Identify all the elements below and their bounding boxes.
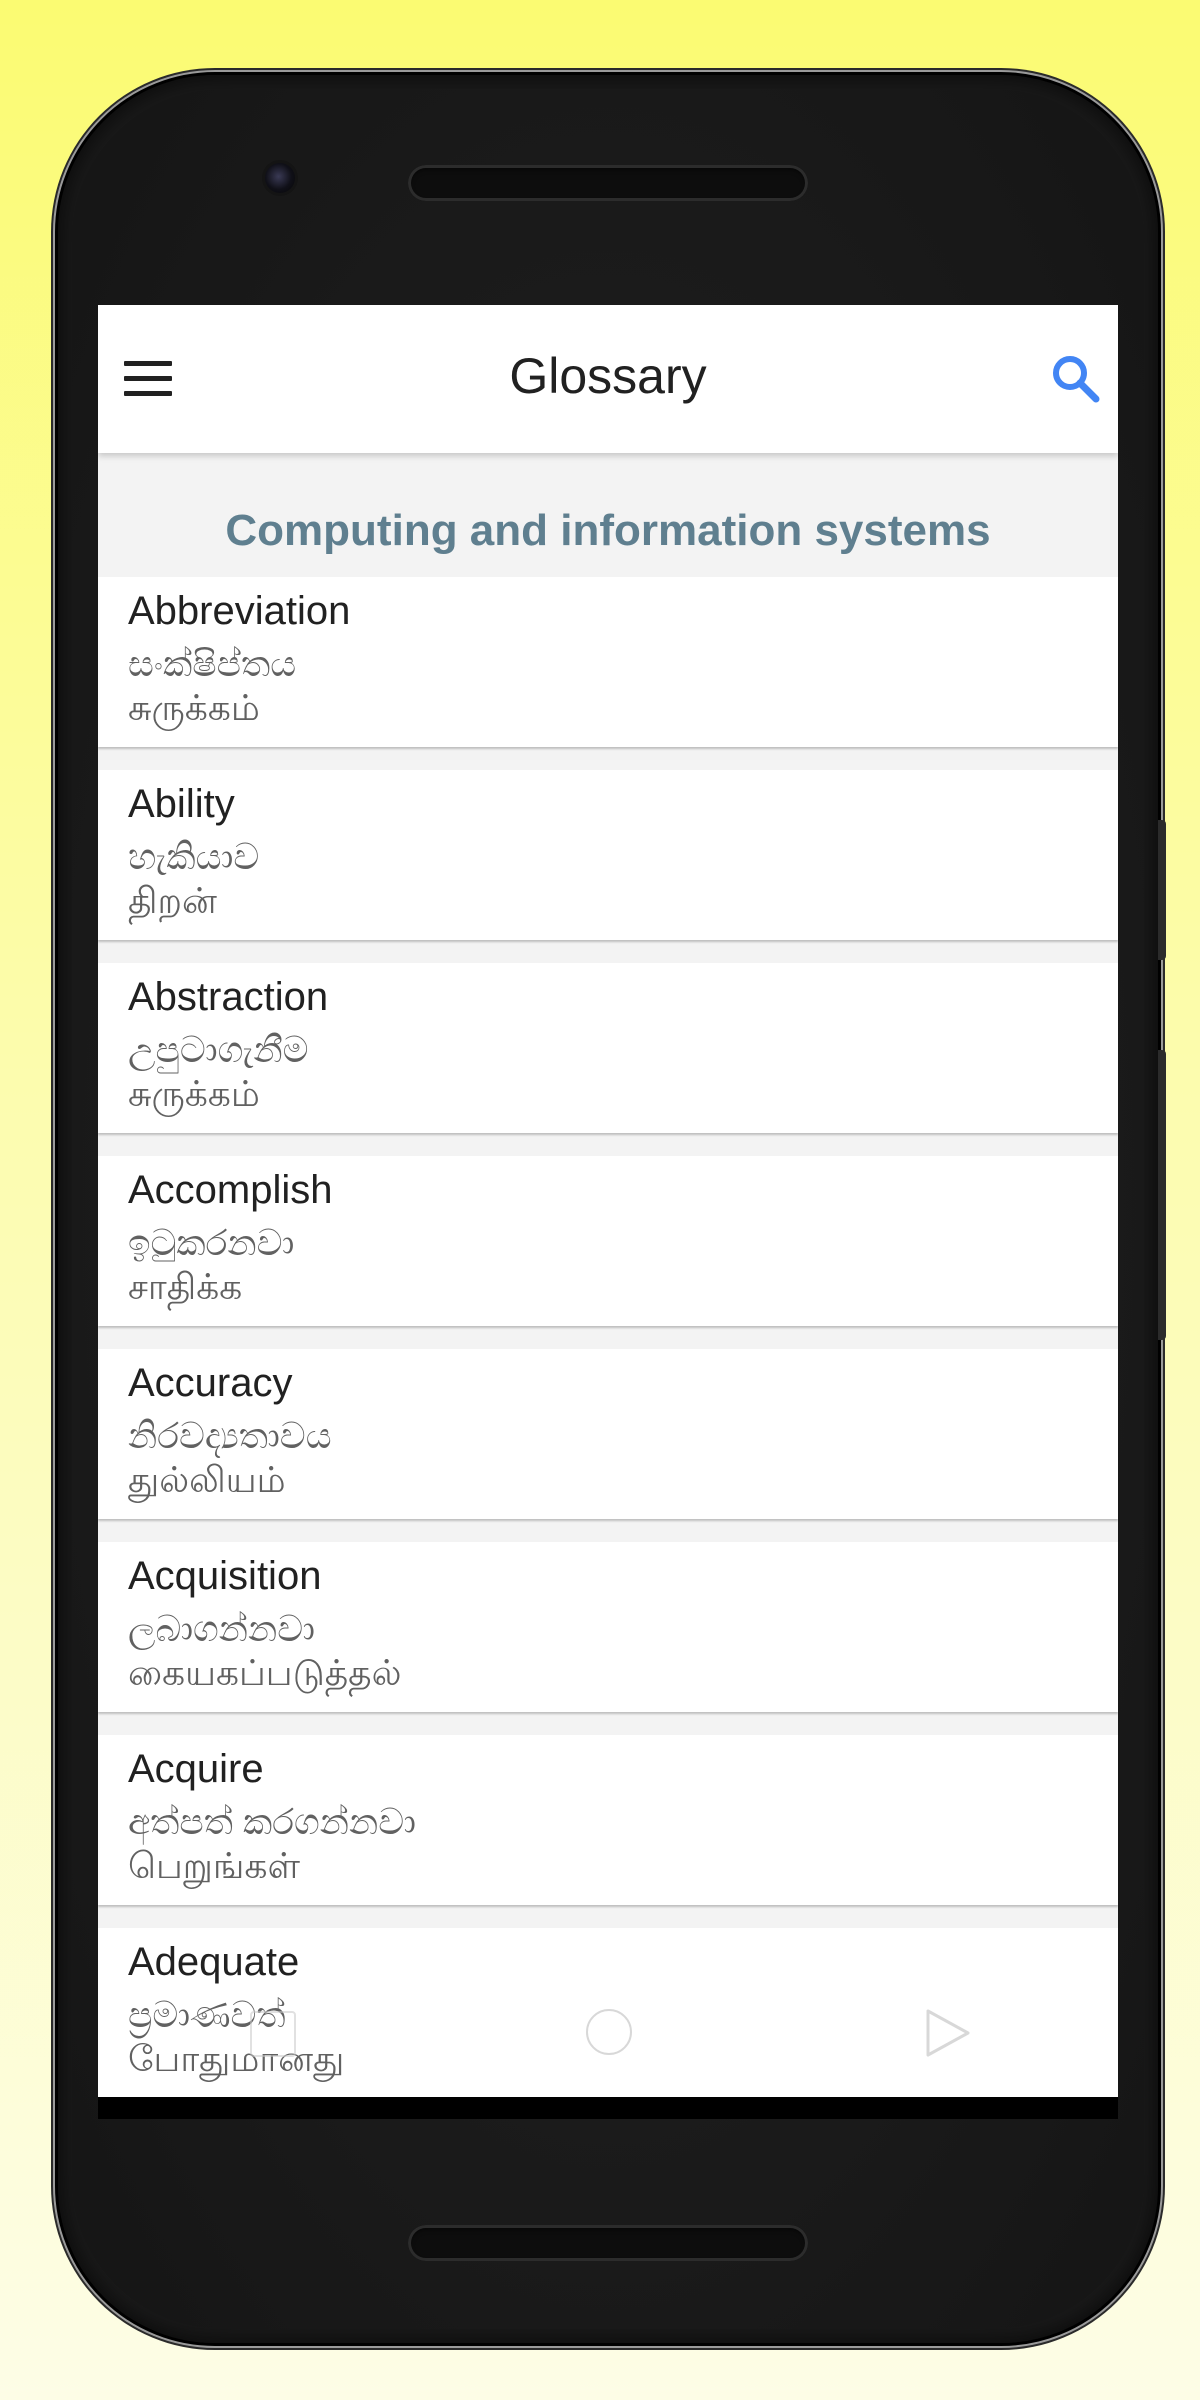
home-circle-icon[interactable] <box>586 2009 632 2055</box>
screen-bottom-border <box>98 2097 1118 2119</box>
term-sinhala: උපුටාගැනීම <box>128 1029 309 1070</box>
front-camera <box>265 163 295 193</box>
term-english: Accomplish <box>128 1168 333 1212</box>
glossary-item-accuracy[interactable]: Accuracy නිරවද්‍යතාවය துல்லியம் <box>98 1349 1118 1519</box>
term-tamil: திறன் <box>128 880 217 921</box>
term-tamil: கையகப்படுத்தல் <box>128 1652 402 1693</box>
term-sinhala: අත්පත් කරගන්නවා <box>128 1801 416 1842</box>
section-header: Computing and information systems <box>98 453 1118 583</box>
term-sinhala: ඉටුකරනවා <box>128 1222 295 1263</box>
glossary-item-abbreviation[interactable]: Abbreviation සංක්ෂිප්තය சுருக்கம் <box>98 577 1118 747</box>
term-english: Accuracy <box>128 1361 293 1405</box>
term-tamil: துல்லியம் <box>128 1459 286 1500</box>
app-bar: Glossary <box>98 305 1118 453</box>
term-english: Acquire <box>128 1747 264 1791</box>
term-sinhala: සංක්ෂිප්තය <box>128 643 297 684</box>
volume-button <box>1158 1050 1166 1340</box>
term-sinhala: හැකියාව <box>128 836 260 877</box>
term-sinhala: නිරවද්‍යතාවය <box>128 1415 332 1456</box>
term-sinhala: ලබාගන්නවා <box>128 1608 315 1649</box>
section-title: Computing and information systems <box>225 506 991 555</box>
glossary-list: Abbreviation සංක්ෂිප්තය சுருக்கம் Abilit… <box>98 577 1118 2097</box>
power-button <box>1158 820 1166 960</box>
glossary-item-accomplish[interactable]: Accomplish ඉටුකරනවා சாதிக்க <box>98 1156 1118 1326</box>
system-nav-bar <box>98 1997 1118 2097</box>
top-speaker <box>408 165 808 201</box>
term-tamil: சாதிக்க <box>128 1266 243 1307</box>
glossary-item-acquire[interactable]: Acquire අත්පත් කරගන්නවා பெறுங்கள் <box>98 1735 1118 1905</box>
term-english: Abstraction <box>128 975 329 1019</box>
term-english: Adequate <box>128 1940 300 1984</box>
term-tamil: சுருக்கம் <box>128 687 260 728</box>
back-square-icon[interactable] <box>250 2011 296 2057</box>
term-tamil: சுருக்கம் <box>128 1073 260 1114</box>
term-tamil: பெறுங்கள் <box>128 1845 300 1886</box>
bottom-speaker <box>408 2225 808 2261</box>
term-english: Abbreviation <box>128 589 351 633</box>
page-title: Glossary <box>509 348 707 404</box>
search-icon[interactable] <box>1050 353 1102 405</box>
triangle-play-icon[interactable] <box>924 2007 972 2059</box>
app-screen: Glossary Computing and information syste… <box>98 305 1118 2097</box>
glossary-item-acquisition[interactable]: Acquisition ලබාගන්නවා கையகப்படுத்தல் <box>98 1542 1118 1712</box>
glossary-item-abstraction[interactable]: Abstraction උපුටාගැනීම சுருக்கம் <box>98 963 1118 1133</box>
term-english: Acquisition <box>128 1554 322 1598</box>
term-english: Ability <box>128 782 235 826</box>
glossary-item-ability[interactable]: Ability හැකියාව திறன் <box>98 770 1118 940</box>
